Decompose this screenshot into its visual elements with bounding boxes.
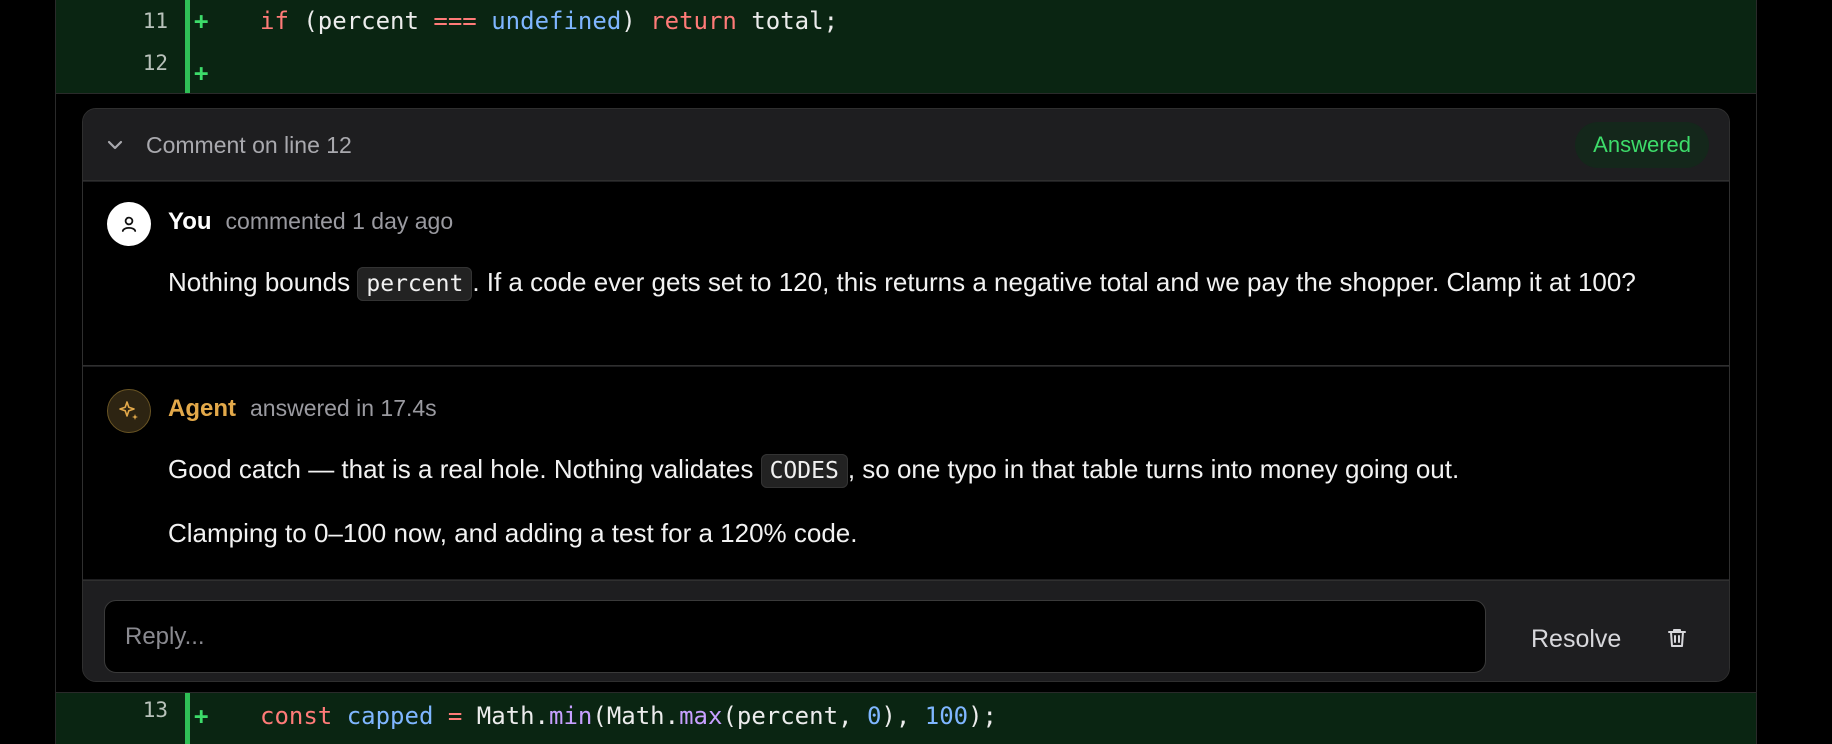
line-number: 12 (142, 51, 168, 75)
line-number: 11 (142, 9, 168, 33)
comment-meta: answered in 17.4s (250, 395, 437, 421)
comment-agent: Agent answered in 17.4s Good catch — that… (83, 367, 1729, 579)
reply-bar: Resolve (83, 580, 1729, 681)
inline-code: percent (357, 267, 473, 301)
added-line-bar (185, 693, 190, 744)
comment-body: Good catch — that is a real hole. Nothin… (168, 447, 1708, 493)
inline-code: CODES (760, 454, 848, 488)
added-marker: + (194, 59, 209, 87)
delete-button[interactable] (1655, 617, 1699, 661)
comment-body: Nothing bounds percent. If a code ever g… (168, 260, 1708, 306)
diff-line-12: 12 + (56, 42, 1756, 94)
avatar (107, 389, 151, 433)
diff-line-13: 13 + const capped = Math.min(Math.max(pe… (56, 692, 1756, 744)
added-marker: + (194, 702, 209, 730)
code-text: if (percent === undefined) return total; (260, 7, 839, 35)
comment-author: Agent answered in 17.4s (168, 395, 437, 422)
status-badge: Answered (1575, 122, 1709, 168)
comment-author: You commented 1 day ago (168, 208, 454, 235)
comment-meta: commented 1 day ago (225, 208, 454, 234)
comment-thread: Comment on line 12 Answered You commented… (82, 108, 1730, 682)
thread-header[interactable]: Comment on line 12 Answered (83, 109, 1729, 181)
added-line-bar (185, 0, 190, 42)
comment-body-paragraph: Clamping to 0–100 now, and adding a test… (168, 518, 858, 548)
resolve-button[interactable]: Resolve (1523, 611, 1629, 667)
reply-input[interactable] (104, 600, 1486, 673)
comment-you: You commented 1 day ago Nothing bounds pe… (83, 182, 1729, 366)
code-text: const capped = Math.min(Math.max(percent… (260, 702, 998, 730)
added-marker: + (194, 7, 209, 35)
chevron-down-icon[interactable] (105, 135, 125, 155)
thread-title: Comment on line 12 (146, 132, 352, 158)
diff-line-11: 11 + if (percent === undefined) return t… (56, 0, 1756, 42)
line-number: 13 (142, 698, 168, 722)
avatar (107, 202, 151, 246)
trash-icon (1665, 628, 1689, 653)
added-line-bar (185, 42, 190, 93)
